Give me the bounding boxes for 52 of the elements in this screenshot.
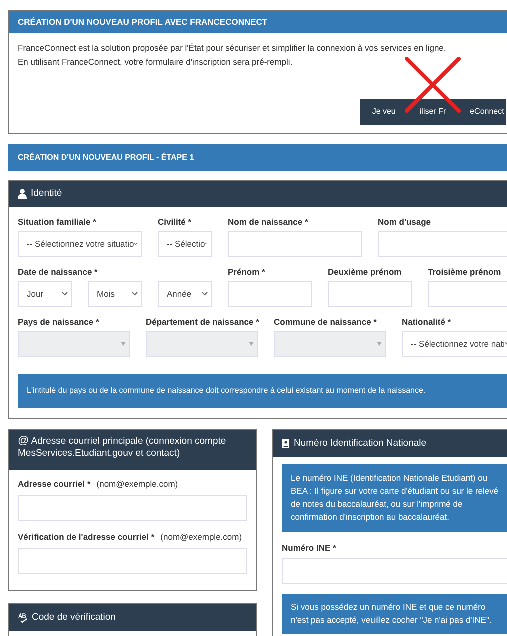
select-field[interactable]: Jour (18, 281, 72, 307)
chevron-down-icon (202, 292, 208, 296)
select-field[interactable]: -- Sélectionnez votre situatio (18, 231, 142, 257)
field-label: Nom de naissance * (228, 216, 310, 228)
select-field[interactable]: -- Sélectio (158, 231, 212, 257)
caret-icon (249, 342, 254, 346)
chevron-down-icon (62, 292, 68, 296)
info-notice: Si vous possédez un numéro INE et que ce numéro n'est pas accepté, veuillez cocher "Je n'ai pas d'INE". (282, 594, 507, 634)
input-field[interactable] (18, 495, 247, 521)
panel-header: CRÉATION D'UN NOUVEAU PROFIL AVEC FRANCECONNECT (9, 11, 507, 33)
field-label: Civilité * (158, 216, 193, 228)
info-notice: Le numéro INE (Identification Nationale Etudiant) ou BEA : Il figure sur votre carte d'étudiant ou sur le relevé de notes du baccalauréat, ou sur l'imprimé de confirmation d'inscription au baccalauréat. (282, 464, 507, 532)
field-label: Numéro INE * (282, 542, 338, 554)
field-label: Situation familiale * (18, 216, 98, 228)
select-field[interactable]: -- Sélectionnez votre nati (402, 331, 507, 357)
cross-mark-drawing (405, 57, 461, 113)
franceconnect-button[interactable]: Je veu iliser Fr eConnect (360, 99, 506, 125)
intro-text: FranceConnect est la solution proposée par l'État pour sécuriser et simplifier la connexion à vos services en ligne. (18, 42, 448, 55)
user-icon (18, 189, 27, 199)
field-label: Troisième prénom (428, 266, 502, 278)
input-field[interactable] (428, 281, 507, 307)
step-banner: CRÉATION D'UN NOUVEAU PROFIL - ÉTAPE 1 (8, 144, 507, 171)
field-label: Commune de naissance * (274, 316, 378, 328)
field-label: Nationalité * (402, 316, 452, 328)
input-field[interactable] (228, 281, 312, 307)
input-field[interactable] (378, 231, 507, 257)
chevron-down-icon (132, 292, 138, 296)
field-label: Département de naissance * (146, 316, 258, 328)
chevron-down-icon (134, 242, 138, 246)
spellcheck-icon (18, 612, 28, 622)
input-field[interactable] (228, 231, 362, 257)
panel-title: Code de vérification (32, 612, 116, 624)
input-field[interactable] (328, 281, 412, 307)
field-label: Prénom * (228, 266, 266, 278)
caret-icon (121, 342, 126, 346)
panel-title: Numéro Identification Nationale (294, 438, 427, 450)
panel-title: @ Adresse courriel principale (connexion compte MesServices.Etudiant.gouv et contact) (18, 435, 228, 460)
field-label: Adresse courriel * (nom@exemple.com) (18, 478, 180, 490)
field-label: Nom d'usage (378, 216, 432, 228)
intro-text: En utilisant FranceConnect, votre formulaire d'inscription sera pré-rempli. (18, 56, 294, 69)
field-label: Pays de naissance * (18, 316, 100, 328)
field-label: Vérification de l'adresse courriel * (nom@exemple.com) (18, 531, 244, 543)
select-field[interactable]: Mois (88, 281, 142, 307)
select-field[interactable]: Année (158, 281, 212, 307)
field-label: Deuxième prénom (328, 266, 403, 278)
input-field[interactable] (18, 548, 247, 574)
caret-icon (377, 342, 382, 346)
field-label: Date de naissance * (18, 266, 99, 278)
panel-title: Identité (31, 188, 62, 200)
id-card-icon (282, 438, 290, 448)
input-field[interactable] (282, 558, 507, 584)
info-notice: L'intitulé du pays ou de la commune de naissance doit correspondre à celui existant au moment de la naissance. (18, 374, 507, 408)
